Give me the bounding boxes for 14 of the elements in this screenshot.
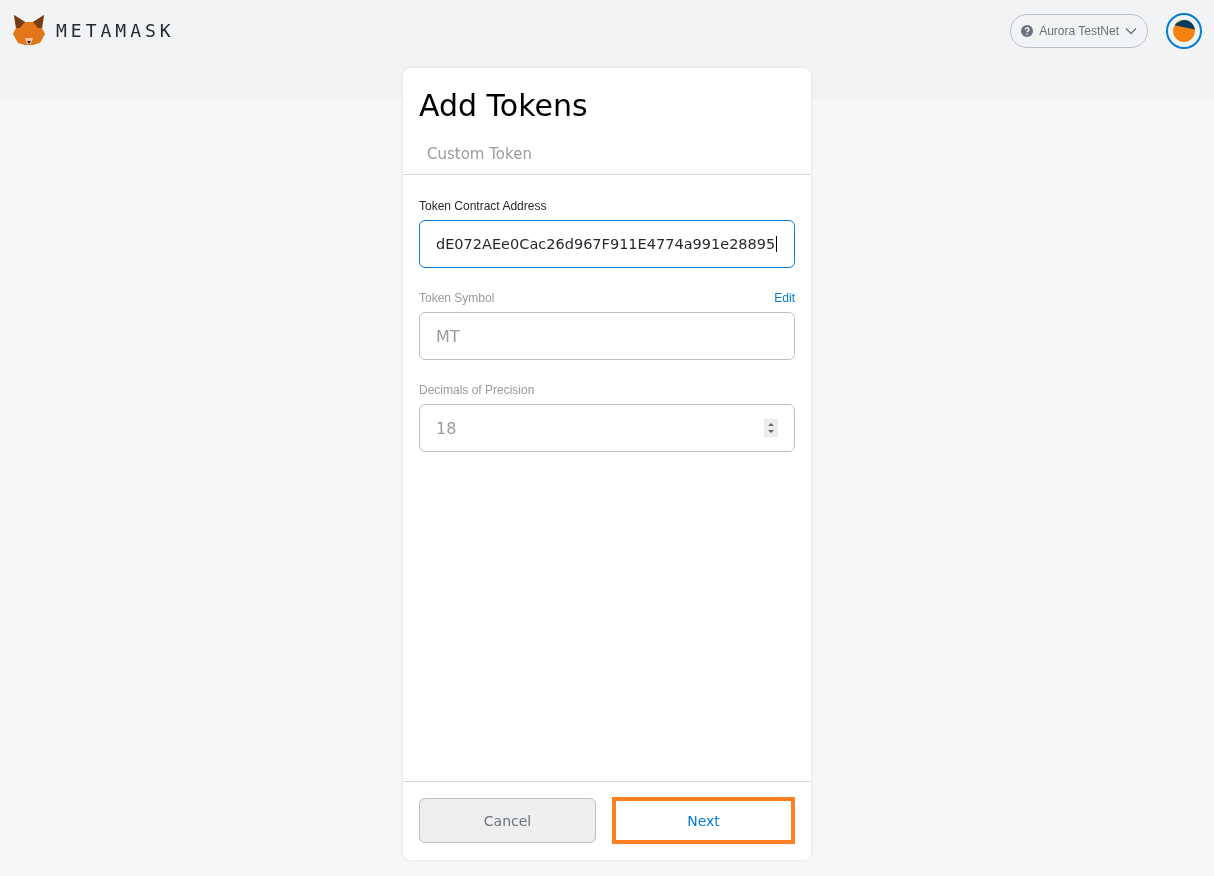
next-button[interactable]: Next: [612, 797, 795, 844]
tab[interactable]: Custom Token: [427, 145, 532, 174]
field-label: Decimals of Precision: [419, 383, 535, 397]
field-label: Token Symbol: [419, 291, 495, 305]
account-avatar-icon[interactable]: [1166, 13, 1202, 49]
cancel-button[interactable]: Cancel: [419, 798, 596, 843]
logo-wordmark: METAMASK: [56, 19, 175, 41]
input-field[interactable]: dE072AEe0Cac26d967F911E4774a991e28895: [419, 220, 795, 268]
help-icon: [1021, 25, 1034, 37]
field-label: Token Contract Address: [419, 199, 547, 213]
page-title: Add Tokens: [419, 88, 588, 123]
fox-logo-icon: [12, 14, 46, 46]
network-selector[interactable]: Aurora TestNet: [1010, 14, 1148, 48]
chevron-down-icon: [1125, 27, 1137, 35]
